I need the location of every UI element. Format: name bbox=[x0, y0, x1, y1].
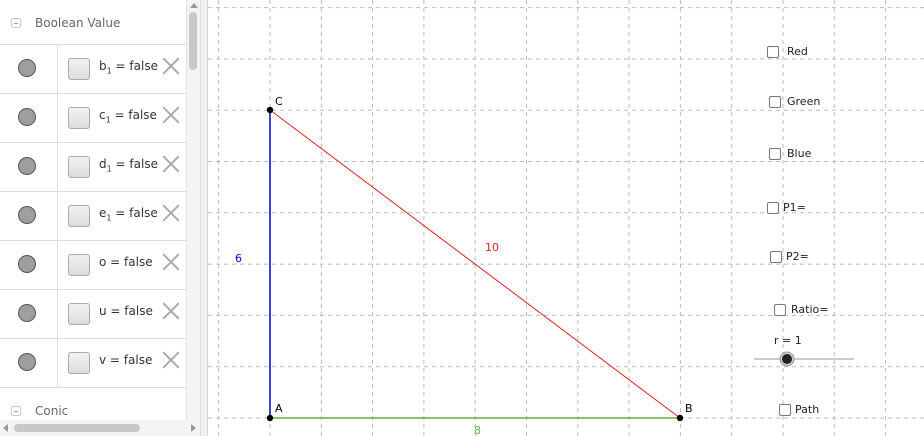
group-label: Conic bbox=[35, 404, 69, 418]
visibility-toggle-icon[interactable] bbox=[18, 255, 36, 273]
length-ac-label: 6 bbox=[235, 252, 242, 265]
p1-checkbox[interactable] bbox=[767, 202, 779, 214]
delete-icon[interactable] bbox=[162, 351, 180, 369]
boolean-checkbox[interactable] bbox=[68, 58, 90, 80]
horizontal-scroll-thumb[interactable] bbox=[14, 424, 140, 432]
algebra-expression[interactable]: d1 = false bbox=[99, 157, 158, 173]
delete-icon[interactable] bbox=[162, 302, 180, 320]
row-divider bbox=[57, 290, 58, 338]
point-a[interactable] bbox=[266, 414, 274, 422]
delete-icon[interactable] bbox=[162, 106, 180, 124]
visibility-toggle-icon[interactable] bbox=[18, 157, 36, 175]
algebra-row[interactable]: e1 = false bbox=[0, 191, 186, 240]
slider-handle[interactable] bbox=[782, 354, 792, 364]
algebra-expression[interactable]: v = false bbox=[99, 353, 152, 369]
green-label: Green bbox=[787, 95, 821, 108]
visibility-toggle-icon[interactable] bbox=[18, 353, 36, 371]
var-value: = false bbox=[111, 59, 158, 73]
algebra-expression[interactable]: o = false bbox=[99, 255, 153, 271]
vertical-scrollbar[interactable] bbox=[186, 0, 200, 420]
red-checkbox[interactable] bbox=[767, 46, 779, 58]
boolean-checkbox[interactable] bbox=[68, 156, 90, 178]
point-c[interactable] bbox=[266, 106, 274, 114]
visibility-toggle-icon[interactable] bbox=[18, 108, 36, 126]
p2-checkbox[interactable] bbox=[770, 251, 782, 263]
p2-label: P2= bbox=[786, 250, 809, 263]
scroll-right-icon[interactable] bbox=[191, 424, 196, 432]
length-ab-label: 8 bbox=[474, 424, 481, 436]
graphics-view[interactable]: C A B 6 10 8 r = 1 Red Green Blue P1= P2… bbox=[208, 0, 924, 436]
algebra-row[interactable]: b1 = false bbox=[0, 44, 186, 93]
algebra-view: Boolean Value b1 = false c1 = false d1 =… bbox=[0, 0, 200, 436]
algebra-row[interactable]: u = false bbox=[0, 289, 186, 338]
graphics-canvas[interactable]: C A B 6 10 8 r = 1 bbox=[208, 0, 924, 436]
algebra-expression[interactable]: b1 = false bbox=[99, 59, 158, 75]
group-header-boolean[interactable]: Boolean Value bbox=[0, 2, 186, 44]
collapse-icon[interactable] bbox=[11, 406, 21, 416]
var-name: u bbox=[99, 304, 107, 318]
boolean-checkbox[interactable] bbox=[68, 303, 90, 325]
vertical-scroll-thumb[interactable] bbox=[189, 12, 197, 70]
row-divider bbox=[57, 45, 58, 93]
var-name: b bbox=[99, 59, 107, 73]
view-splitter[interactable] bbox=[200, 0, 208, 436]
algebra-expression[interactable]: e1 = false bbox=[99, 206, 158, 222]
ratio-label: Ratio= bbox=[791, 303, 829, 316]
scroll-up-icon[interactable] bbox=[190, 3, 198, 8]
group-label: Boolean Value bbox=[35, 16, 121, 30]
grid bbox=[208, 0, 924, 436]
delete-icon[interactable] bbox=[162, 155, 180, 173]
row-divider bbox=[57, 192, 58, 240]
row-divider bbox=[57, 241, 58, 289]
visibility-toggle-icon[interactable] bbox=[18, 206, 36, 224]
var-value: = false bbox=[106, 304, 153, 318]
horizontal-scrollbar[interactable] bbox=[0, 420, 200, 436]
green-checkbox[interactable] bbox=[769, 96, 781, 108]
algebra-expression[interactable]: u = false bbox=[99, 304, 153, 320]
algebra-expression[interactable]: c1 = false bbox=[99, 108, 157, 124]
scroll-left-icon[interactable] bbox=[3, 424, 8, 432]
algebra-row[interactable]: c1 = false bbox=[0, 93, 186, 142]
boolean-checkbox[interactable] bbox=[68, 107, 90, 129]
visibility-toggle-icon[interactable] bbox=[18, 304, 36, 322]
boolean-checkbox[interactable] bbox=[68, 205, 90, 227]
var-name: c bbox=[99, 108, 106, 122]
path-label: Path bbox=[795, 403, 820, 416]
var-value: = false bbox=[110, 108, 157, 122]
var-value: = false bbox=[106, 353, 153, 367]
var-value: = false bbox=[111, 157, 158, 171]
row-divider bbox=[57, 94, 58, 142]
red-label: Red bbox=[787, 45, 808, 58]
collapse-icon[interactable] bbox=[11, 18, 21, 28]
point-c-label: C bbox=[275, 95, 283, 108]
path-checkbox[interactable] bbox=[779, 404, 791, 416]
algebra-row[interactable]: o = false bbox=[0, 240, 186, 289]
blue-checkbox[interactable] bbox=[769, 148, 781, 160]
boolean-checkbox[interactable] bbox=[68, 254, 90, 276]
point-b-label: B bbox=[685, 402, 693, 415]
delete-icon[interactable] bbox=[162, 253, 180, 271]
blue-label: Blue bbox=[787, 147, 812, 160]
visibility-toggle-icon[interactable] bbox=[18, 59, 36, 77]
var-name: d bbox=[99, 157, 107, 171]
ratio-checkbox[interactable] bbox=[774, 304, 786, 316]
point-a-label: A bbox=[275, 402, 283, 415]
boolean-checkbox[interactable] bbox=[68, 352, 90, 374]
slider-label: r = 1 bbox=[774, 334, 802, 347]
length-bc-label: 10 bbox=[485, 241, 499, 254]
row-divider bbox=[57, 143, 58, 191]
delete-icon[interactable] bbox=[162, 57, 180, 75]
row-divider bbox=[57, 339, 58, 387]
var-value: = false bbox=[111, 206, 158, 220]
delete-icon[interactable] bbox=[162, 204, 180, 222]
algebra-row[interactable]: d1 = false bbox=[0, 142, 186, 191]
point-b[interactable] bbox=[676, 414, 684, 422]
var-value: = false bbox=[106, 255, 153, 269]
algebra-row[interactable]: v = false bbox=[0, 338, 186, 387]
p1-label: P1= bbox=[783, 201, 806, 214]
